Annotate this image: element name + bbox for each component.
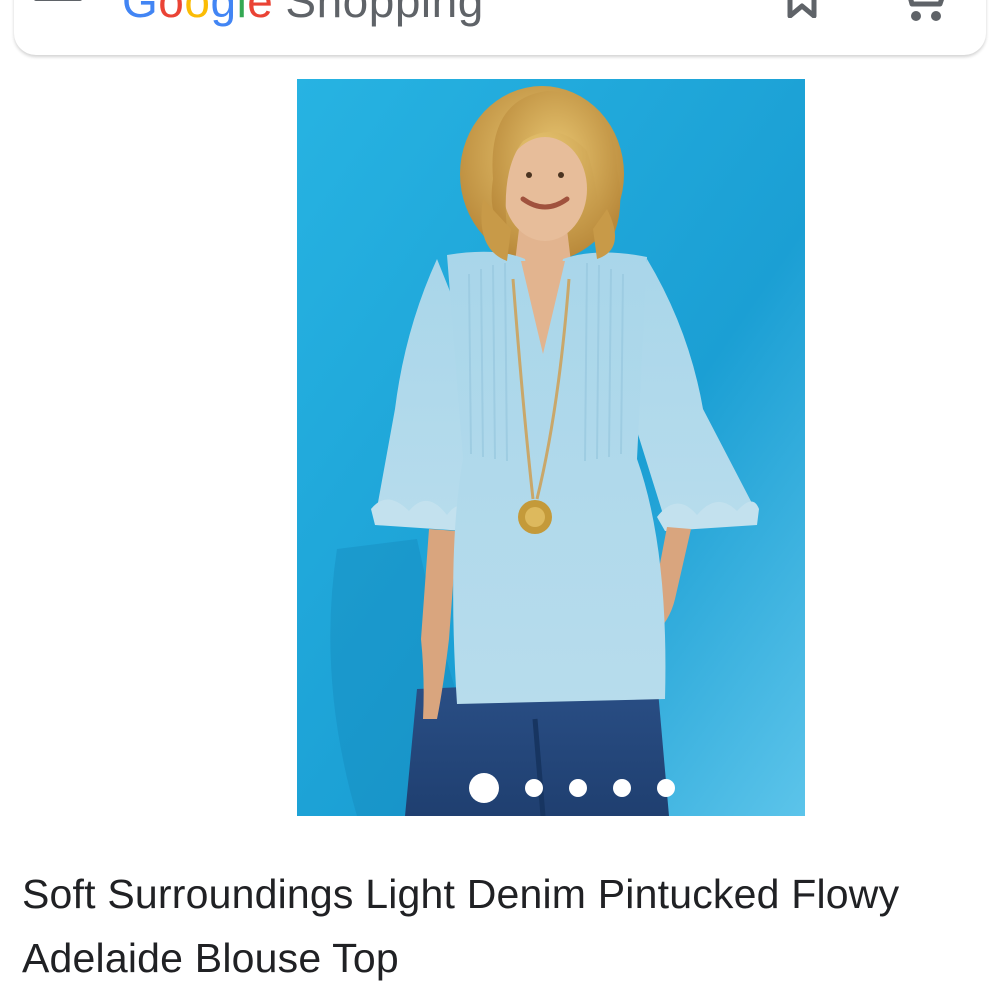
logo-letter: o <box>158 0 185 27</box>
carousel-dot-1[interactable] <box>469 773 499 803</box>
logo-letter: G <box>122 0 159 27</box>
logo-letter: g <box>210 0 237 27</box>
carousel-dot-4[interactable] <box>613 779 631 797</box>
product-page: Google Shopping Soft Surroundings Light … <box>0 0 1000 1000</box>
carousel-dot-3[interactable] <box>569 779 587 797</box>
logo-shopping-word: Shopping <box>285 0 484 27</box>
carousel-indicators <box>297 772 805 804</box>
product-image-carousel[interactable] <box>297 79 805 816</box>
google-shopping-logo[interactable]: Google Shopping <box>122 0 484 24</box>
product-title: Soft Surroundings Light Denim Pintucked … <box>22 871 900 981</box>
product-photo <box>297 79 805 816</box>
logo-letter: l <box>236 0 248 27</box>
carousel-dot-2[interactable] <box>525 779 543 797</box>
cart-icon[interactable] <box>896 0 948 22</box>
bookmark-icon[interactable] <box>784 0 824 19</box>
logo-letter: o <box>184 0 211 27</box>
top-app-bar: Google Shopping <box>14 0 986 55</box>
menu-icon[interactable] <box>34 0 82 16</box>
carousel-dot-5[interactable] <box>657 779 675 797</box>
logo-letter: e <box>247 0 274 27</box>
